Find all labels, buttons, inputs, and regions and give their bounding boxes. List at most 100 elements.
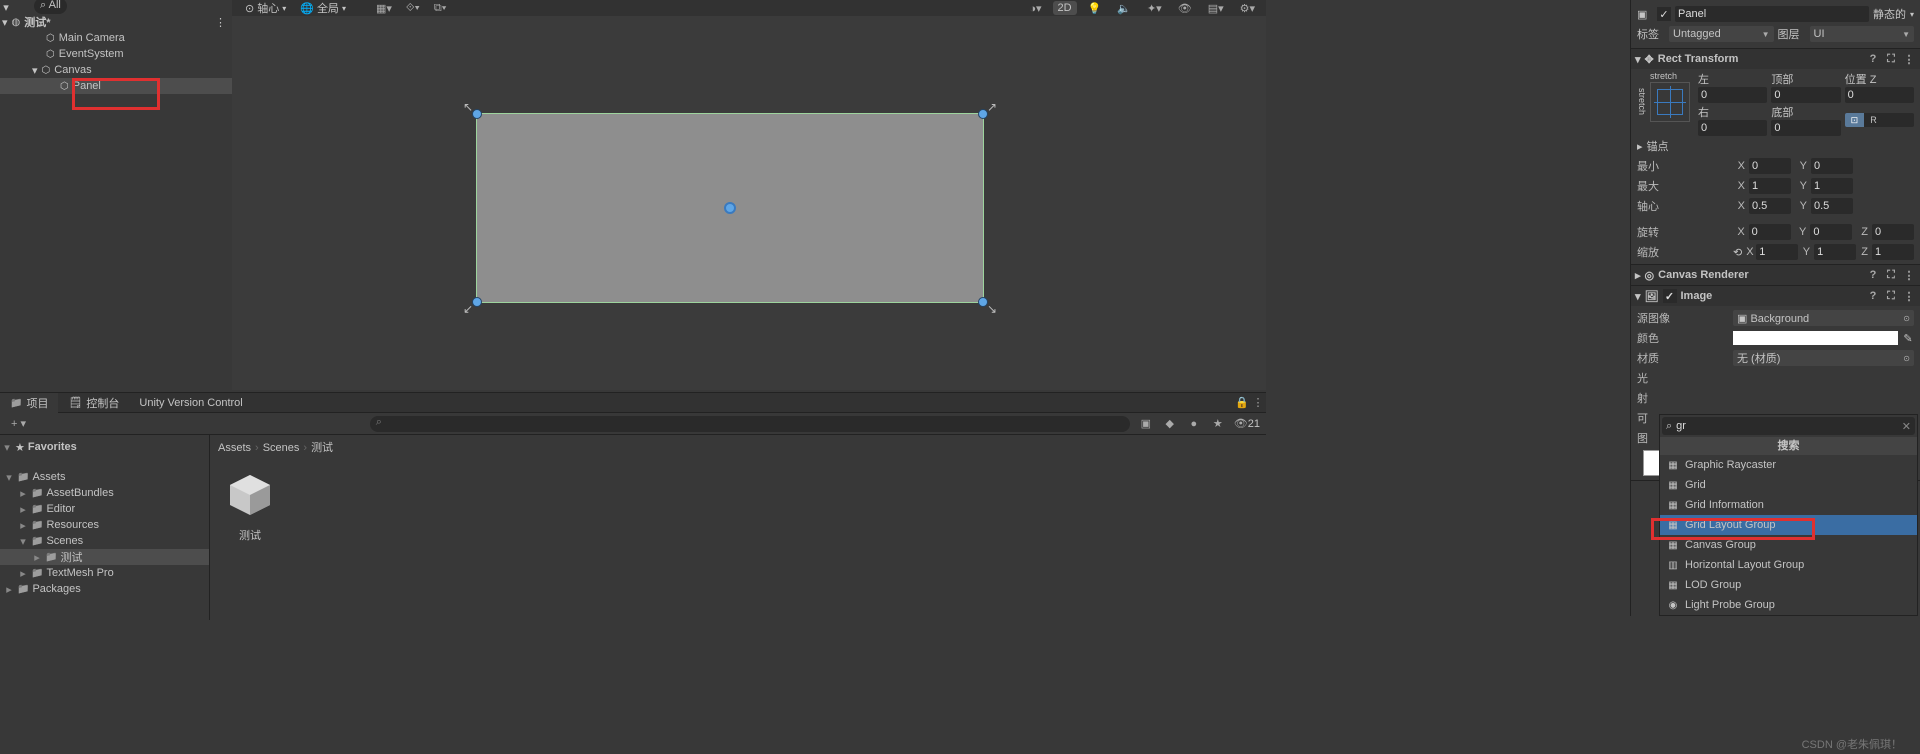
blueprint-toggle[interactable]: ⊡R	[1845, 113, 1914, 127]
hidden-count[interactable]: 👁21	[1234, 417, 1260, 430]
tree-item[interactable]: Assets	[0, 469, 209, 485]
filter-type-icon[interactable]: ◆	[1162, 417, 1178, 430]
tree-item[interactable]: Editor	[0, 501, 209, 517]
create-menu[interactable]: + ▾	[6, 417, 31, 431]
fold-icon[interactable]	[18, 503, 28, 516]
fold-icon[interactable]	[1635, 53, 1641, 66]
canvas-renderer-header[interactable]: ◎ Canvas Renderer ?⛶⋮	[1631, 265, 1920, 285]
preset-icon[interactable]: ⛶	[1884, 269, 1898, 282]
filter-label-icon[interactable]: ●	[1186, 418, 1202, 430]
filter-fav-icon[interactable]: ★	[1210, 417, 1226, 430]
breadcrumb[interactable]: Assets›Scenes›测试	[218, 439, 1258, 455]
clear-icon[interactable]: ✕	[1902, 420, 1911, 433]
lighting-toggle[interactable]: 💡	[1083, 1, 1107, 15]
filter-icon[interactable]: ▣	[1138, 417, 1154, 430]
pivot-x[interactable]	[1749, 198, 1791, 214]
tree-item[interactable]: AssetBundles	[0, 485, 209, 501]
scene-canvas[interactable]: ↖ ↗ ↙ ↘	[232, 16, 1266, 390]
preset-icon[interactable]: ⛶	[1884, 53, 1898, 66]
rect-transform-header[interactable]: ✥ Rect Transform ? ⛶ ⋮	[1631, 49, 1920, 69]
fold-icon[interactable]	[4, 583, 14, 596]
panel-lock-icon[interactable]: 🔒	[1234, 396, 1250, 409]
image-enabled[interactable]: ✓	[1663, 289, 1677, 303]
layers-toggle[interactable]: ▤▾	[1203, 1, 1229, 15]
anchor-min-x[interactable]	[1749, 158, 1791, 174]
component-search-input[interactable]	[1676, 420, 1898, 432]
handle-tr[interactable]	[978, 109, 988, 119]
static-dropdown[interactable]: ▾	[1910, 10, 1914, 19]
component-result[interactable]: ▦LOD Group	[1660, 575, 1917, 595]
component-result[interactable]: ◉Light Probe Group	[1660, 595, 1917, 615]
object-name-field[interactable]	[1675, 6, 1869, 22]
hierarchy-search[interactable]: ⌕ All	[34, 0, 67, 14]
help-icon[interactable]: ?	[1866, 53, 1880, 65]
tab-project[interactable]: 项目	[0, 393, 58, 413]
asset-tile[interactable]: 测试	[218, 463, 282, 543]
pivot-toggle[interactable]: ⊙轴心 ▾	[240, 1, 291, 15]
anchor-max-x[interactable]	[1749, 178, 1791, 194]
bottom-field[interactable]	[1771, 120, 1840, 136]
scene-menu-icon[interactable]: ⋮	[215, 16, 226, 29]
menu-icon[interactable]: ⋮	[1902, 53, 1916, 66]
image-header[interactable]: 🖼 ✓ Image ?⛶⋮	[1631, 286, 1920, 306]
hierarchy-item[interactable]: EventSystem	[0, 46, 232, 62]
gizmos-toggle[interactable]: ⚙▾	[1235, 1, 1260, 15]
fold-icon[interactable]	[2, 16, 8, 29]
fold-icon[interactable]	[18, 535, 28, 548]
hierarchy-item[interactable]: Canvas	[0, 62, 232, 78]
fold-icon[interactable]	[18, 519, 28, 532]
scale-y[interactable]	[1814, 244, 1856, 260]
hierarchy-scene-row[interactable]: 测试* ⋮	[0, 14, 232, 30]
scale-x[interactable]	[1756, 244, 1798, 260]
tree-item[interactable]: Packages	[0, 581, 209, 597]
component-result[interactable]: ▦Graphic Raycaster	[1660, 455, 1917, 475]
tree-item[interactable]: Resources	[0, 517, 209, 533]
component-search[interactable]: ⌕ ✕	[1662, 417, 1915, 435]
eyedropper-icon[interactable]: ✎	[1902, 332, 1914, 345]
menu-icon[interactable]: ⋮	[1902, 290, 1916, 303]
anchor-max-y[interactable]	[1811, 178, 1853, 194]
scale-z[interactable]	[1872, 244, 1914, 260]
left-field[interactable]	[1698, 87, 1767, 103]
pivot-y[interactable]	[1811, 198, 1853, 214]
panel-menu-icon[interactable]: ⋮	[1250, 396, 1266, 409]
right-field[interactable]	[1698, 120, 1767, 136]
project-search[interactable]: ⌕	[370, 416, 1130, 432]
fold-icon[interactable]	[32, 64, 38, 77]
breadcrumb-item[interactable]: Scenes	[263, 442, 300, 454]
tab-uvc[interactable]: Unity Version Control	[129, 393, 252, 413]
active-checkbox[interactable]: ✓	[1657, 7, 1671, 21]
fold-icon[interactable]	[2, 441, 12, 454]
help-icon[interactable]: ?	[1866, 290, 1880, 302]
help-icon[interactable]: ?	[1866, 269, 1880, 281]
fold-icon[interactable]	[1635, 290, 1641, 303]
mode-2d-button[interactable]: 2D	[1053, 1, 1077, 15]
link-icon[interactable]	[1733, 246, 1742, 259]
hidden-toggle[interactable]: 👁	[1173, 1, 1197, 15]
handle-tl[interactable]	[472, 109, 482, 119]
breadcrumb-item[interactable]: Assets	[218, 442, 251, 454]
preset-icon[interactable]: ⛶	[1884, 290, 1898, 303]
layer-dropdown[interactable]: UI▼	[1810, 26, 1915, 42]
draw-mode[interactable]: ◑▾	[1024, 1, 1046, 15]
handle-bl[interactable]	[472, 297, 482, 307]
tab-console[interactable]: 🗒控制台	[58, 393, 129, 413]
material-field[interactable]: 无 (材质)⊙	[1733, 350, 1914, 366]
fold-icon[interactable]	[18, 487, 28, 500]
object-picker-icon[interactable]: ⊙	[1903, 354, 1910, 363]
favorites-header[interactable]: Favorites	[0, 439, 209, 455]
menu-icon[interactable]: ⋮	[1902, 269, 1916, 282]
posz-field[interactable]	[1845, 87, 1914, 103]
color-field[interactable]	[1733, 331, 1898, 345]
panel-gizmo[interactable]: ↖ ↗ ↙ ↘	[476, 113, 984, 303]
handle-br[interactable]	[978, 297, 988, 307]
rot-z[interactable]	[1872, 224, 1914, 240]
fold-icon[interactable]	[1635, 269, 1641, 282]
component-result[interactable]: ▦Grid Information	[1660, 495, 1917, 515]
audio-toggle[interactable]: 🔈	[1112, 1, 1136, 15]
space-toggle[interactable]: 🌐全局 ▾	[295, 1, 351, 15]
fold-icon[interactable]	[1637, 140, 1643, 153]
snap-inc[interactable]: ⧉▾	[429, 1, 451, 15]
breadcrumb-item[interactable]: 测试	[311, 442, 333, 454]
top-field[interactable]	[1771, 87, 1840, 103]
